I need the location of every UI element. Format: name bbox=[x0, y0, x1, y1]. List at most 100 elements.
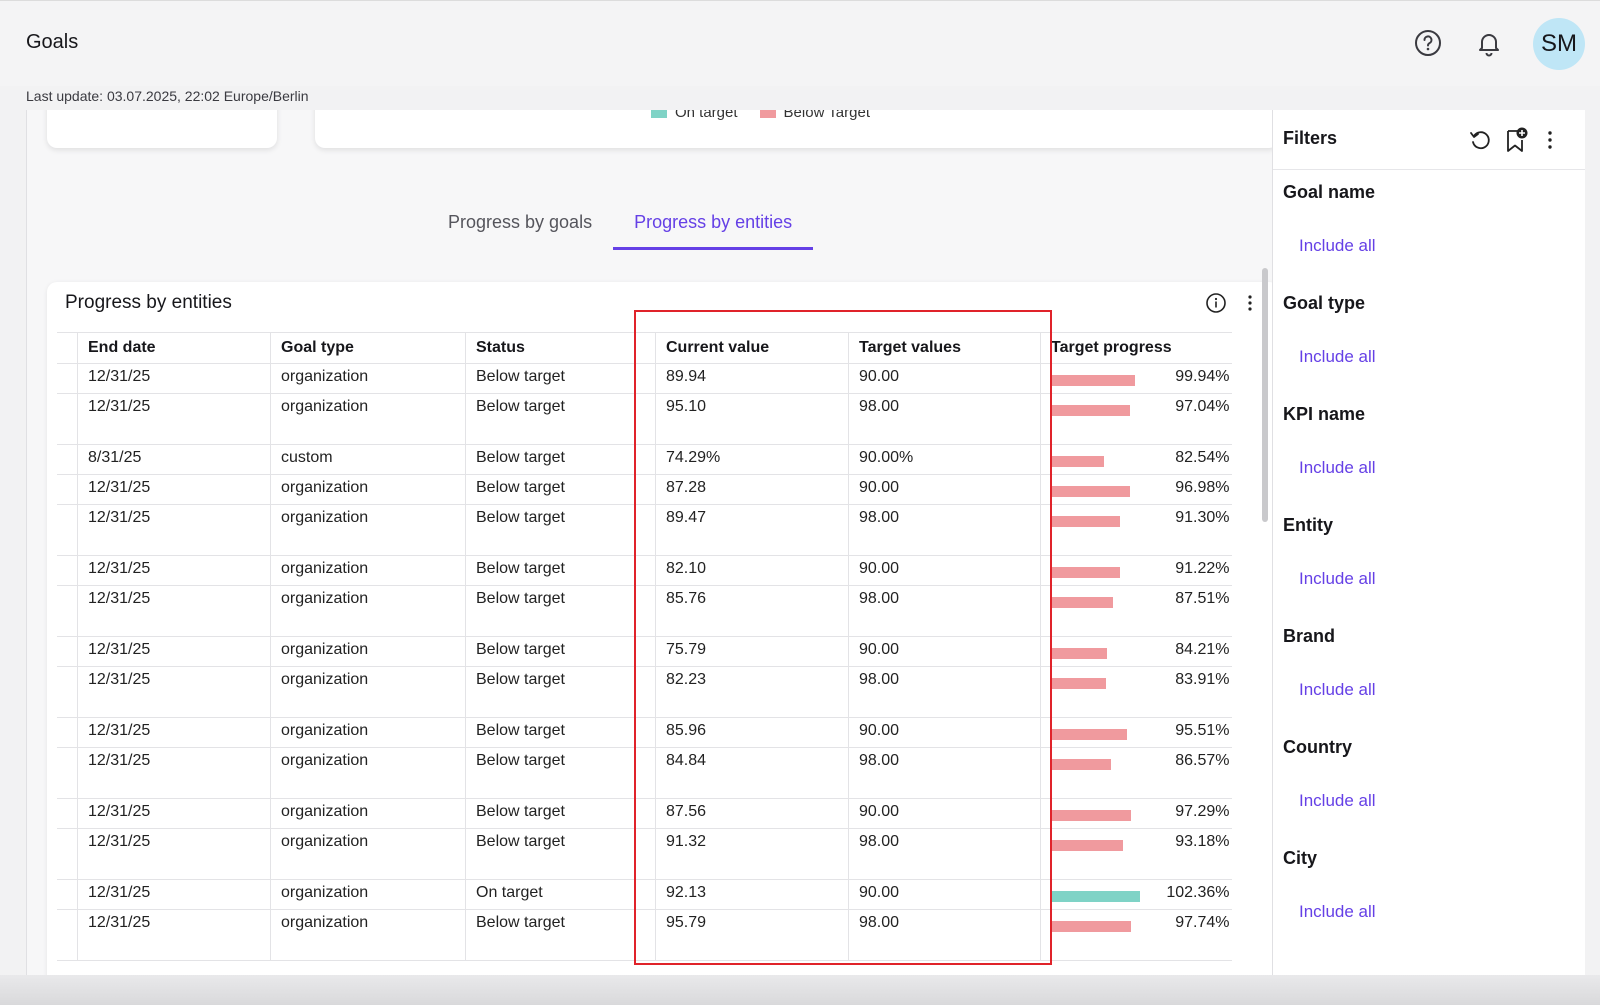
cell-status: Below target bbox=[465, 828, 656, 880]
table-row[interactable]: 12/31/25 organization On target 92.13 90.00 1… bbox=[57, 879, 1232, 910]
cell-status: Below target bbox=[465, 636, 656, 667]
summary-card bbox=[47, 110, 277, 148]
cell-goal-type: organization bbox=[270, 363, 466, 394]
filter-section: Country Include all bbox=[1283, 737, 1376, 810]
cell-end-date: 12/31/25 bbox=[77, 798, 271, 829]
progress-percent: 96.98% bbox=[1175, 479, 1230, 496]
progress-bar bbox=[1051, 729, 1127, 740]
column-header-goal-type[interactable]: Goal type bbox=[270, 332, 466, 364]
table-row[interactable]: 8/31/25 custom Below target 74.29% 90.00% 82.… bbox=[57, 444, 1232, 475]
filter-include-all-link[interactable]: Include all bbox=[1299, 680, 1376, 700]
filter-label: City bbox=[1283, 848, 1318, 868]
cell-target-progress: 97.74% bbox=[1040, 909, 1232, 961]
table-title: Progress by entities bbox=[65, 292, 232, 313]
row-spacer bbox=[57, 363, 78, 394]
cell-target-value: 98.00 bbox=[848, 828, 1041, 880]
table-body: 12/31/25 organization Below target 89.94 90.… bbox=[57, 363, 1232, 961]
legend-swatch-below-target bbox=[759, 110, 776, 118]
filter-include-all-link[interactable]: Include all bbox=[1299, 791, 1376, 811]
cell-status: Below target bbox=[465, 747, 656, 799]
table-row[interactable]: 12/31/25 organization Below target 85.96 90.… bbox=[57, 717, 1232, 748]
table-row[interactable]: 12/31/25 organization Below target 84.84 98.… bbox=[57, 747, 1232, 799]
table-row[interactable]: 12/31/25 organization Below target 91.32 98.… bbox=[57, 828, 1232, 880]
more-options-icon[interactable] bbox=[1243, 292, 1257, 314]
avatar[interactable]: SM bbox=[1533, 18, 1585, 70]
main-scrollbar[interactable] bbox=[1262, 268, 1268, 522]
cell-goal-type: organization bbox=[270, 798, 466, 829]
cell-goal-type: organization bbox=[270, 879, 466, 910]
column-header-target-values[interactable]: Target values bbox=[848, 332, 1041, 364]
cell-goal-type: organization bbox=[270, 504, 466, 556]
filter-include-all-link[interactable]: Include all bbox=[1299, 902, 1376, 922]
progress-percent: 87.51% bbox=[1175, 590, 1230, 607]
column-header-end-date[interactable]: End date bbox=[77, 332, 271, 364]
cell-target-progress: 91.30% bbox=[1040, 504, 1232, 556]
cell-target-progress: 82.54% bbox=[1040, 444, 1232, 475]
table-row[interactable]: 12/31/25 organization Below target 89.47 98.… bbox=[57, 504, 1232, 556]
table-row[interactable]: 12/31/25 organization Below target 82.23 98.… bbox=[57, 666, 1232, 718]
filter-section: KPI name Include all bbox=[1283, 404, 1376, 477]
progress-bar bbox=[1051, 375, 1135, 386]
tab-progress-by-entities[interactable]: Progress by entities bbox=[613, 198, 814, 250]
progress-percent: 97.04% bbox=[1175, 398, 1230, 415]
row-spacer bbox=[57, 717, 78, 748]
cell-target-value: 98.00 bbox=[848, 393, 1041, 445]
cell-goal-type: organization bbox=[270, 585, 466, 637]
legend-item-on-target: On target bbox=[651, 110, 738, 121]
table-row[interactable]: 12/31/25 organization Below target 95.79 98.… bbox=[57, 909, 1232, 961]
info-icon[interactable] bbox=[1205, 292, 1227, 314]
filter-include-all-link[interactable]: Include all bbox=[1299, 236, 1376, 256]
cell-target-progress: 83.91% bbox=[1040, 666, 1232, 718]
table-row[interactable]: 12/31/25 organization Below target 75.79 90.… bbox=[57, 636, 1232, 667]
table-row[interactable]: 12/31/25 organization Below target 82.10 90.… bbox=[57, 555, 1232, 586]
cell-end-date: 12/31/25 bbox=[77, 747, 271, 799]
row-spacer bbox=[57, 879, 78, 910]
column-header-current-value[interactable]: Current value bbox=[655, 332, 849, 364]
reset-icon[interactable] bbox=[1468, 127, 1492, 153]
progress-percent: 102.36% bbox=[1166, 884, 1230, 901]
cell-current-value: 85.76 bbox=[655, 585, 849, 637]
cell-target-value: 90.00 bbox=[848, 555, 1041, 586]
column-header-status[interactable]: Status bbox=[465, 332, 656, 364]
row-spacer bbox=[57, 828, 78, 880]
table-row[interactable]: 12/31/25 organization Below target 95.10 98.… bbox=[57, 393, 1232, 445]
tab-progress-by-goals[interactable]: Progress by goals bbox=[427, 198, 613, 250]
progress-percent: 93.18% bbox=[1175, 833, 1230, 850]
cell-target-progress: 87.51% bbox=[1040, 585, 1232, 637]
cell-end-date: 12/31/25 bbox=[77, 393, 271, 445]
filter-include-all-link[interactable]: Include all bbox=[1299, 458, 1376, 478]
bell-icon[interactable] bbox=[1475, 29, 1503, 57]
filter-include-all-link[interactable]: Include all bbox=[1299, 347, 1376, 367]
cell-current-value: 87.28 bbox=[655, 474, 849, 505]
app-header: Goals SM bbox=[0, 0, 1600, 86]
table-row[interactable]: 12/31/25 organization Below target 87.56 90.… bbox=[57, 798, 1232, 829]
cell-current-value: 95.10 bbox=[655, 393, 849, 445]
cell-current-value: 82.23 bbox=[655, 666, 849, 718]
main-panel: On target Below Target Progress by goals… bbox=[26, 110, 1272, 975]
cell-target-value: 90.00 bbox=[848, 879, 1041, 910]
cell-current-value: 95.79 bbox=[655, 909, 849, 961]
progress-bar bbox=[1051, 921, 1131, 932]
bookmark-add-icon[interactable] bbox=[1504, 127, 1528, 153]
help-icon[interactable] bbox=[1414, 29, 1442, 57]
filter-label: Brand bbox=[1283, 626, 1336, 646]
cell-end-date: 12/31/25 bbox=[77, 828, 271, 880]
cell-target-progress: 102.36% bbox=[1040, 879, 1232, 910]
table-row[interactable]: 12/31/25 organization Below target 87.28 90.… bbox=[57, 474, 1232, 505]
progress-bar bbox=[1051, 840, 1123, 851]
filter-include-all-link[interactable]: Include all bbox=[1299, 569, 1376, 589]
bottom-bar bbox=[0, 975, 1600, 1005]
row-spacer bbox=[57, 666, 78, 718]
cell-target-value: 90.00% bbox=[848, 444, 1041, 475]
filters-panel: Filters Goal name Include all Goal type Inc… bbox=[1272, 110, 1585, 975]
table-row[interactable]: 12/31/25 organization Below target 89.94 90.… bbox=[57, 363, 1232, 394]
table-row[interactable]: 12/31/25 organization Below target 85.76 98.… bbox=[57, 585, 1232, 637]
row-spacer bbox=[57, 504, 78, 556]
cell-target-value: 90.00 bbox=[848, 717, 1041, 748]
cell-current-value: 92.13 bbox=[655, 879, 849, 910]
cell-end-date: 12/31/25 bbox=[77, 666, 271, 718]
column-header-target-progress[interactable]: Target progress bbox=[1040, 332, 1232, 364]
filters-menu-icon[interactable] bbox=[1545, 127, 1555, 153]
chart-legend: On target Below Target bbox=[651, 110, 870, 121]
row-spacer bbox=[57, 393, 78, 445]
